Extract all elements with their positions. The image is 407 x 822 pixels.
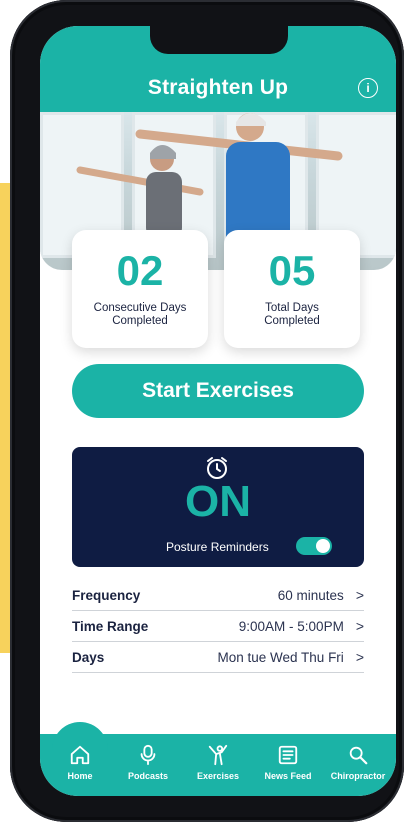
stat-label: Total Days Completed <box>264 302 320 327</box>
toggle-knob <box>316 539 330 553</box>
start-exercises-button[interactable]: Start Exercises <box>72 364 364 418</box>
setting-value: Mon tue Wed Thu Fri <box>217 649 344 665</box>
stat-value: 02 <box>116 247 164 294</box>
reminder-toggle[interactable] <box>296 537 332 555</box>
phone-frame: Straighten Up i 02 Consecutive Days Comp… <box>10 0 404 822</box>
chevron-right-icon: > <box>355 587 364 603</box>
stat-card-consecutive: 02 Consecutive Days Completed <box>72 230 208 348</box>
search-icon <box>349 746 368 765</box>
setting-label: Frequency <box>72 587 141 603</box>
app-screen: Straighten Up i 02 Consecutive Days Comp… <box>40 26 396 796</box>
reminder-label: Posture Reminders <box>166 540 269 554</box>
info-icon[interactable]: i <box>358 78 378 98</box>
setting-value: 9:00AM - 5:00PM <box>238 618 344 634</box>
setting-label: Days <box>72 649 105 665</box>
chevron-right-icon: > <box>355 618 364 634</box>
reminder-status: ON <box>185 477 251 526</box>
setting-row-days[interactable]: Days Mon tue Wed Thu Fri > <box>72 642 364 673</box>
tab-home[interactable]: Home <box>46 744 114 781</box>
newspaper-icon <box>278 745 298 765</box>
microphone-icon <box>140 744 156 766</box>
stat-card-total: 05 Total Days Completed <box>224 230 360 348</box>
chevron-right-icon: > <box>355 649 364 665</box>
tab-label: Exercises <box>196 771 240 781</box>
tab-label: Podcasts <box>127 771 169 781</box>
setting-value: 60 minutes <box>277 587 344 603</box>
tab-exercises[interactable]: Exercises <box>184 744 252 781</box>
stat-value: 05 <box>268 247 316 294</box>
tab-news-feed[interactable]: News Feed <box>254 744 322 781</box>
stat-label: Consecutive Days Completed <box>93 302 187 327</box>
home-icon <box>70 745 90 765</box>
phone-notch <box>150 26 288 54</box>
posture-reminder-card: ON Posture Reminders <box>72 447 364 567</box>
tab-chiropractor[interactable]: Chiropractor <box>324 744 392 781</box>
tab-label: Home <box>67 771 93 781</box>
tab-label: News Feed <box>264 771 312 781</box>
bottom-tab-bar: Home Podcasts Exercises News Feed Chirop… <box>40 722 396 796</box>
app-title: Straighten Up <box>147 76 289 99</box>
exercise-figure-icon <box>208 744 228 766</box>
tab-label: Chiropractor <box>330 771 386 781</box>
settings-list: Frequency 60 minutes > Time Range 9:00AM… <box>72 580 364 673</box>
tab-podcasts[interactable]: Podcasts <box>114 744 182 781</box>
setting-label: Time Range <box>72 618 149 634</box>
setting-row-frequency[interactable]: Frequency 60 minutes > <box>72 580 364 611</box>
setting-row-time-range[interactable]: Time Range 9:00AM - 5:00PM > <box>72 611 364 642</box>
